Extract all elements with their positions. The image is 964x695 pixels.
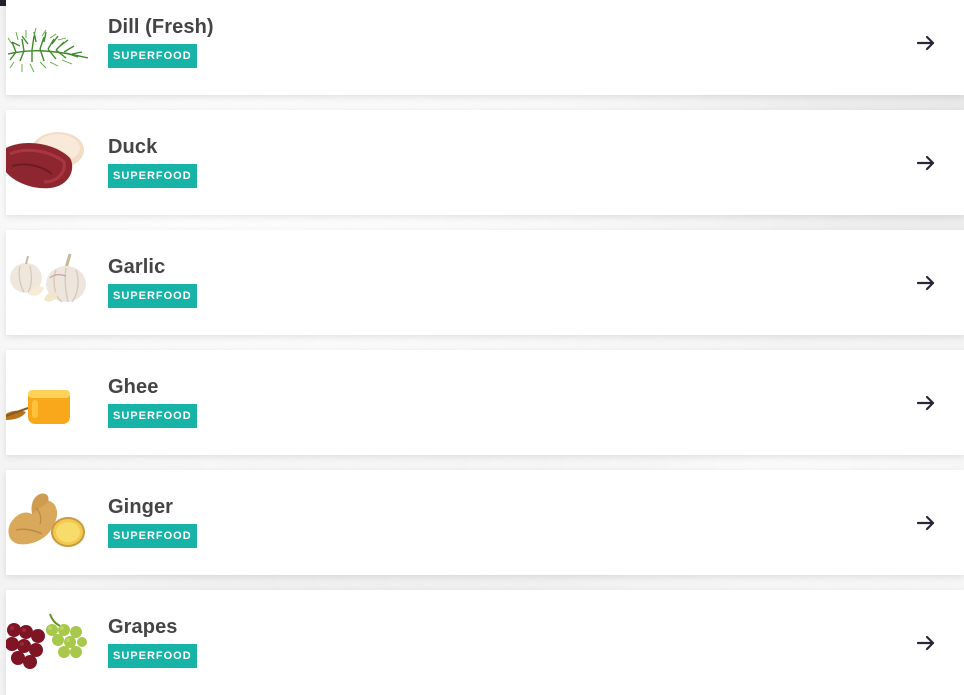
arrow-right-icon[interactable] [916, 391, 936, 415]
arrow-right-icon[interactable] [916, 271, 936, 295]
superfood-badge: SUPERFOOD [108, 644, 197, 668]
food-card-ginger[interactable]: Ginger SUPERFOOD [6, 470, 964, 575]
ginger-image [6, 484, 90, 556]
ghee-image [6, 364, 90, 436]
grapes-image [6, 604, 90, 676]
duck-image [6, 124, 90, 196]
superfood-badge: SUPERFOOD [108, 404, 197, 428]
superfood-badge: SUPERFOOD [108, 164, 197, 188]
food-name: Duck [108, 136, 158, 158]
food-name: Ghee [108, 376, 159, 398]
arrow-right-icon[interactable] [916, 151, 936, 175]
food-card-garlic[interactable]: Garlic SUPERFOOD [6, 230, 964, 335]
food-name: Ginger [108, 496, 174, 518]
food-card-grapes[interactable]: Grapes SUPERFOOD [6, 590, 964, 695]
food-name: Garlic [108, 256, 166, 278]
food-name: Grapes [108, 616, 178, 638]
food-card-dill[interactable]: Dill (Fresh) SUPERFOOD [6, 0, 964, 95]
superfood-badge: SUPERFOOD [108, 44, 197, 68]
arrow-right-icon[interactable] [916, 511, 936, 535]
arrow-right-icon[interactable] [916, 631, 936, 655]
food-card-ghee[interactable]: Ghee SUPERFOOD [6, 350, 964, 455]
garlic-image [6, 244, 90, 316]
dill-image [6, 4, 90, 76]
superfood-badge: SUPERFOOD [108, 524, 197, 548]
food-card-duck[interactable]: Duck SUPERFOOD [6, 110, 964, 215]
arrow-right-icon[interactable] [916, 31, 936, 55]
superfood-badge: SUPERFOOD [108, 284, 197, 308]
food-name: Dill (Fresh) [108, 16, 214, 38]
